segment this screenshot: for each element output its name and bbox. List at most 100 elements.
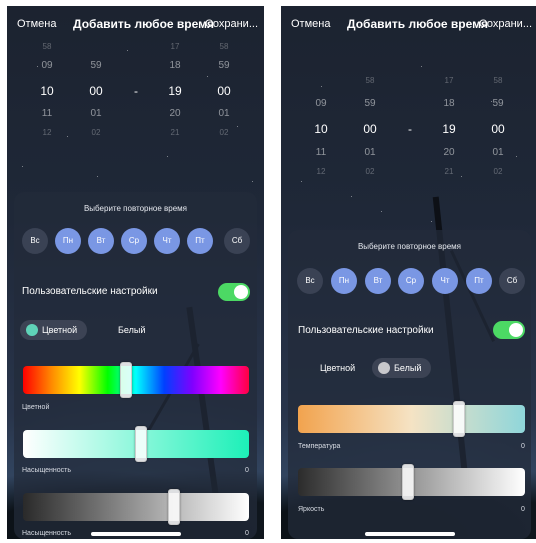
nav-bar: Отмена Добавить любое время Сохрани... xyxy=(281,17,536,40)
custom-settings-toggle[interactable] xyxy=(493,321,525,339)
start-hour-cell[interactable]: 12 xyxy=(301,167,341,176)
home-indicator xyxy=(90,532,181,536)
end-minute-cell[interactable]: 02 xyxy=(204,128,244,137)
start-hour-cell[interactable]: 11 xyxy=(301,147,341,158)
saturation-slider-value: 0 xyxy=(245,467,249,474)
end-minute-selected[interactable]: 00 xyxy=(478,122,518,136)
start-minute-selected[interactable]: 00 xyxy=(76,84,116,98)
end-minute-cell[interactable]: 58 xyxy=(478,76,518,85)
day-sun[interactable]: Вс xyxy=(22,228,48,254)
start-hour-cell[interactable]: 12 xyxy=(27,128,67,137)
picker-row: 09 59 18 59 xyxy=(7,60,264,80)
hue-slider-label: Цветной xyxy=(22,404,50,411)
day-wed[interactable]: Ср xyxy=(121,228,147,254)
end-hour-selected[interactable]: 19 xyxy=(155,84,195,98)
picker-row-selected: 10 00 - 19 00 xyxy=(7,84,264,104)
end-hour-cell[interactable]: 17 xyxy=(155,42,195,51)
start-minute-selected[interactable]: 00 xyxy=(350,122,390,136)
start-hour-cell[interactable]: 11 xyxy=(27,108,67,119)
end-minute-cell[interactable]: 58 xyxy=(204,42,244,51)
toggle-knob xyxy=(509,323,523,337)
day-sun[interactable]: Вс xyxy=(297,268,323,294)
hue-slider-thumb[interactable] xyxy=(120,362,132,398)
page-title: Добавить любое время xyxy=(347,17,489,31)
start-hour-cell[interactable]: 58 xyxy=(27,42,67,51)
range-dash: - xyxy=(134,84,138,98)
end-hour-cell[interactable]: 20 xyxy=(155,108,195,119)
picker-row: 12 02 21 02 xyxy=(281,167,536,187)
saturation-slider[interactable] xyxy=(23,426,249,462)
mode-color-option[interactable]: Цветной xyxy=(320,358,365,378)
end-hour-cell[interactable]: 20 xyxy=(429,147,469,158)
start-hour-cell[interactable]: 09 xyxy=(301,98,341,109)
end-minute-cell[interactable]: 02 xyxy=(478,167,518,176)
screen-white-mode: Отмена Добавить любое время Сохрани... 5… xyxy=(281,6,536,539)
end-hour-cell[interactable]: 17 xyxy=(429,76,469,85)
cancel-button[interactable]: Отмена xyxy=(291,18,330,30)
start-minute-cell[interactable]: 58 xyxy=(350,76,390,85)
start-minute-cell[interactable]: 59 xyxy=(76,60,116,71)
end-minute-selected[interactable]: 00 xyxy=(204,84,244,98)
end-hour-selected[interactable]: 19 xyxy=(429,122,469,136)
saturation-slider-thumb[interactable] xyxy=(135,426,147,462)
day-sat[interactable]: Сб xyxy=(224,228,250,254)
end-hour-cell[interactable]: 21 xyxy=(429,167,469,176)
hue-slider[interactable] xyxy=(23,362,249,398)
mode-color-option[interactable]: Цветной xyxy=(20,320,88,340)
weekday-selector: Вс Пн Вт Ср Чт Пт Сб xyxy=(14,228,257,254)
day-mon[interactable]: Пн xyxy=(331,268,357,294)
mode-white-option[interactable]: Белый xyxy=(372,358,432,378)
end-hour-cell[interactable]: 18 xyxy=(155,60,195,71)
page-title: Добавить любое время xyxy=(73,17,215,31)
end-hour-cell[interactable]: 21 xyxy=(155,128,195,137)
brightness-slider[interactable] xyxy=(298,464,525,500)
end-minute-cell[interactable]: 59 xyxy=(204,60,244,71)
mode-white-option[interactable]: Белый xyxy=(118,320,155,340)
end-hour-cell[interactable]: 18 xyxy=(429,98,469,109)
start-hour-cell[interactable]: 09 xyxy=(27,60,67,71)
repeat-hint: Выберите повторное время xyxy=(357,242,462,251)
start-hour-selected[interactable]: 10 xyxy=(301,122,341,136)
day-fri[interactable]: Пт xyxy=(466,268,492,294)
end-minute-cell[interactable]: 01 xyxy=(204,108,244,119)
end-minute-cell[interactable]: 59 xyxy=(478,98,518,109)
brightness-slider-value: 0 xyxy=(245,530,249,537)
temperature-slider[interactable] xyxy=(298,401,525,437)
day-wed[interactable]: Ср xyxy=(398,268,424,294)
brightness-slider[interactable] xyxy=(23,489,249,525)
start-minute-cell[interactable]: 01 xyxy=(350,147,390,158)
temperature-slider-value: 0 xyxy=(521,443,525,450)
save-button[interactable]: Сохрани... xyxy=(479,18,532,30)
end-minute-cell[interactable]: 01 xyxy=(478,147,518,158)
day-thu[interactable]: Чт xyxy=(432,268,458,294)
start-hour-selected[interactable]: 10 xyxy=(27,84,67,98)
picker-row-selected: 10 00 - 19 00 xyxy=(281,122,536,142)
start-minute-cell[interactable]: 01 xyxy=(76,108,116,119)
day-fri[interactable]: Пт xyxy=(187,228,213,254)
color-dot-icon xyxy=(26,324,38,336)
custom-settings-toggle[interactable] xyxy=(218,283,250,301)
day-sat[interactable]: Сб xyxy=(499,268,525,294)
temperature-slider-label: Температура xyxy=(298,443,341,450)
custom-settings-label: Пользовательские настройки xyxy=(22,286,158,297)
start-minute-cell[interactable]: 02 xyxy=(350,167,390,176)
brightness-slider-value: 0 xyxy=(521,506,525,513)
temperature-slider-thumb[interactable] xyxy=(453,401,465,437)
nav-bar: Отмена Добавить любое время Сохрани... xyxy=(7,17,264,40)
picker-row: 09 59 18 59 xyxy=(281,98,536,118)
day-tue[interactable]: Вт xyxy=(365,268,391,294)
repeat-hint: Выберите повторное время xyxy=(83,204,188,213)
cancel-button[interactable]: Отмена xyxy=(17,18,56,30)
save-button[interactable]: Сохрани... xyxy=(205,18,258,30)
white-dot-icon xyxy=(378,362,390,374)
day-thu[interactable]: Чт xyxy=(154,228,180,254)
brightness-slider-thumb[interactable] xyxy=(168,489,180,525)
saturation-slider-label: Насыщенность xyxy=(22,467,72,474)
mode-white-label: Белый xyxy=(394,363,422,373)
start-minute-cell[interactable]: 02 xyxy=(76,128,116,137)
custom-settings-label: Пользовательские настройки xyxy=(298,325,434,336)
day-mon[interactable]: Пн xyxy=(55,228,81,254)
start-minute-cell[interactable]: 59 xyxy=(350,98,390,109)
day-tue[interactable]: Вт xyxy=(88,228,114,254)
brightness-slider-thumb[interactable] xyxy=(402,464,414,500)
